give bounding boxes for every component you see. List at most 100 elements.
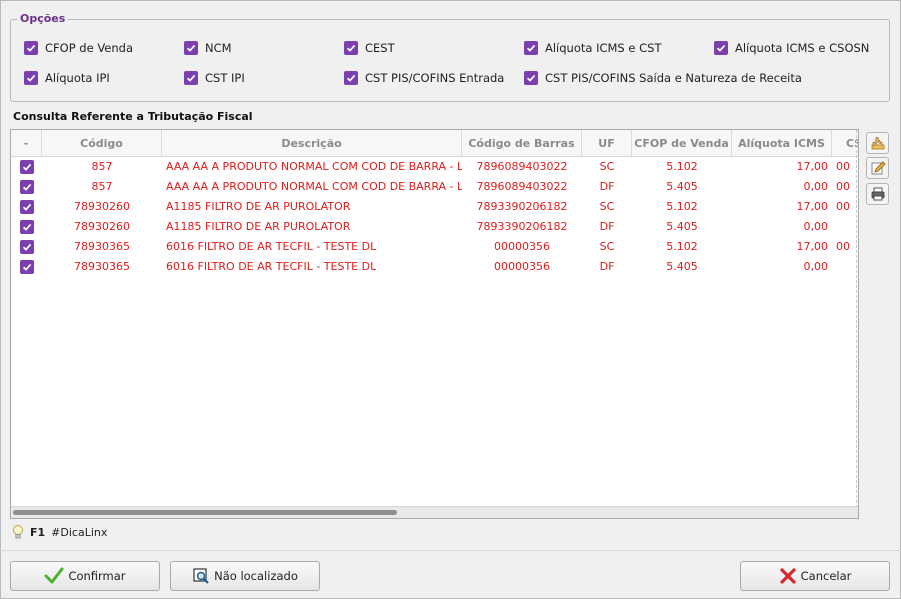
cell-uf: SC xyxy=(599,200,615,213)
option-cfop-venda[interactable]: CFOP de Venda xyxy=(24,41,133,55)
header-codigo[interactable]: Código xyxy=(42,130,162,157)
cell-descricao: AAA AA A PRODUTO NORMAL COM COD DE BARRA… xyxy=(166,160,462,173)
header-cfop-venda[interactable]: CFOP de Venda xyxy=(632,130,732,157)
checkbox-checked-icon[interactable] xyxy=(344,71,358,85)
table-row[interactable]: 78930260 A1185 FILTRO DE AR PUROLATOR 78… xyxy=(11,197,858,217)
option-label: Alíquota ICMS e CST xyxy=(545,41,662,55)
cell-descricao: A1185 FILTRO DE AR PUROLATOR xyxy=(166,220,351,233)
cell-uf: DF xyxy=(599,260,615,273)
table-row[interactable]: 78930260 A1185 FILTRO DE AR PUROLATOR 78… xyxy=(11,217,858,237)
confirm-label: Confirmar xyxy=(68,569,126,583)
table-row[interactable]: 78930365 6016 FILTRO DE AR TECFIL - TEST… xyxy=(11,237,858,257)
grid-header: - Código Descrição Código de Barras UF C… xyxy=(11,130,858,157)
cell-barras: 7896089403022 xyxy=(476,160,568,173)
option-label: Alíquota ICMS e CSOSN xyxy=(735,41,870,55)
cancel-button[interactable]: Cancelar xyxy=(740,561,890,591)
print-icon xyxy=(871,187,884,201)
checkbox-checked-icon[interactable] xyxy=(524,71,538,85)
checkmark-icon xyxy=(44,567,64,584)
cell-aliquota: 17,00 xyxy=(796,200,829,213)
checkbox-checked-icon[interactable] xyxy=(19,180,34,194)
select-button[interactable] xyxy=(866,132,889,154)
row-checkbox[interactable] xyxy=(11,257,42,277)
not-found-button[interactable]: Não localizado xyxy=(170,561,320,591)
cell-cs: 00 xyxy=(836,180,850,193)
table-row[interactable]: 857 AAA AA A PRODUTO NORMAL COM COD DE B… xyxy=(11,157,858,177)
checkbox-checked-icon[interactable] xyxy=(714,41,728,55)
cell-codigo: 78930260 xyxy=(74,220,130,233)
tip-text[interactable]: #DicaLinx xyxy=(51,526,107,539)
checkbox-checked-icon[interactable] xyxy=(184,41,198,55)
option-cst-pis-cofins-saida[interactable]: CST PIS/COFINS Saída e Natureza de Recei… xyxy=(524,71,802,85)
cell-cfop: 5.405 xyxy=(666,220,698,233)
row-checkbox[interactable] xyxy=(11,177,42,197)
cell-descricao: 6016 FILTRO DE AR TECFIL - TESTE DL xyxy=(166,260,377,273)
scrollbar-thumb[interactable] xyxy=(13,510,397,515)
cell-cfop: 5.102 xyxy=(666,240,698,253)
option-label: NCM xyxy=(205,41,232,55)
checkbox-checked-icon[interactable] xyxy=(19,220,34,234)
option-aliquota-ipi[interactable]: Alíquota IPI xyxy=(24,71,110,85)
row-checkbox[interactable] xyxy=(11,197,42,217)
option-label: Alíquota IPI xyxy=(45,71,110,85)
grid-right-divider xyxy=(856,130,857,508)
section-title: Consulta Referente a Tributação Fiscal xyxy=(13,110,253,123)
cell-codigo: 857 xyxy=(91,180,113,193)
cell-descricao: AAA AA A PRODUTO NORMAL COM COD DE BARRA… xyxy=(166,180,462,193)
option-aliquota-icms-csosn[interactable]: Alíquota ICMS e CSOSN xyxy=(714,41,869,55)
cell-cs: 00 xyxy=(836,200,850,213)
header-uf[interactable]: UF xyxy=(582,130,632,157)
search-document-icon xyxy=(193,568,209,584)
row-checkbox[interactable] xyxy=(11,237,42,257)
cell-cs: 00 xyxy=(836,240,850,253)
lightbulb-icon xyxy=(13,525,23,539)
checkbox-checked-icon[interactable] xyxy=(24,71,38,85)
tax-grid[interactable]: - Código Descrição Código de Barras UF C… xyxy=(10,129,859,519)
option-cst-pis-cofins-entrada[interactable]: CST PIS/COFINS Entrada xyxy=(344,71,504,85)
horizontal-scrollbar[interactable] xyxy=(11,506,858,518)
confirm-button[interactable]: Confirmar xyxy=(10,561,160,591)
option-ncm[interactable]: NCM xyxy=(184,41,232,55)
cell-aliquota: 17,00 xyxy=(796,160,829,173)
cell-cs: 00 xyxy=(836,160,850,173)
checkbox-checked-icon[interactable] xyxy=(19,240,34,254)
tip-bar: F1 #DicaLinx xyxy=(12,524,107,540)
header-aliquota-icms[interactable]: Alíquota ICMS xyxy=(732,130,832,157)
option-label: CFOP de Venda xyxy=(45,41,134,55)
cell-codigo: 857 xyxy=(91,160,113,173)
hand-pointer-icon xyxy=(871,137,884,150)
checkbox-checked-icon[interactable] xyxy=(524,41,538,55)
cell-barras: 7896089403022 xyxy=(476,180,568,193)
cell-codigo: 78930365 xyxy=(74,260,130,273)
checkbox-checked-icon[interactable] xyxy=(24,41,38,55)
cell-cfop: 5.405 xyxy=(666,260,698,273)
cell-codigo: 78930260 xyxy=(74,200,130,213)
cell-cfop: 5.405 xyxy=(666,180,698,193)
tip-key: F1 xyxy=(30,525,46,539)
header-select[interactable]: - xyxy=(11,130,42,157)
cell-uf: SC xyxy=(599,160,615,173)
grid-content: - Código Descrição Código de Barras UF C… xyxy=(11,130,858,277)
checkbox-checked-icon[interactable] xyxy=(19,200,34,214)
header-codigo-barras[interactable]: Código de Barras xyxy=(462,130,582,157)
cell-uf: DF xyxy=(599,220,615,233)
row-checkbox[interactable] xyxy=(11,217,42,237)
print-button[interactable] xyxy=(866,183,889,205)
cell-barras: 7893390206182 xyxy=(476,220,568,233)
edit-button[interactable] xyxy=(866,157,889,179)
row-checkbox[interactable] xyxy=(11,157,42,177)
table-row[interactable]: 78930365 6016 FILTRO DE AR TECFIL - TEST… xyxy=(11,257,858,277)
checkbox-checked-icon[interactable] xyxy=(19,260,34,274)
option-cest[interactable]: CEST xyxy=(344,41,395,55)
cell-aliquota: 0,00 xyxy=(803,220,829,233)
checkbox-checked-icon[interactable] xyxy=(344,41,358,55)
header-descricao[interactable]: Descrição xyxy=(162,130,462,157)
checkbox-checked-icon[interactable] xyxy=(184,71,198,85)
cell-barras: 00000356 xyxy=(494,260,550,273)
option-aliquota-icms-cst[interactable]: Alíquota ICMS e CST xyxy=(524,41,661,55)
table-row[interactable]: 857 AAA AA A PRODUTO NORMAL COM COD DE B… xyxy=(11,177,858,197)
header-cs[interactable]: CS xyxy=(832,130,858,157)
cell-cs xyxy=(832,217,858,237)
checkbox-checked-icon[interactable] xyxy=(19,160,34,174)
option-cst-ipi[interactable]: CST IPI xyxy=(184,71,245,85)
